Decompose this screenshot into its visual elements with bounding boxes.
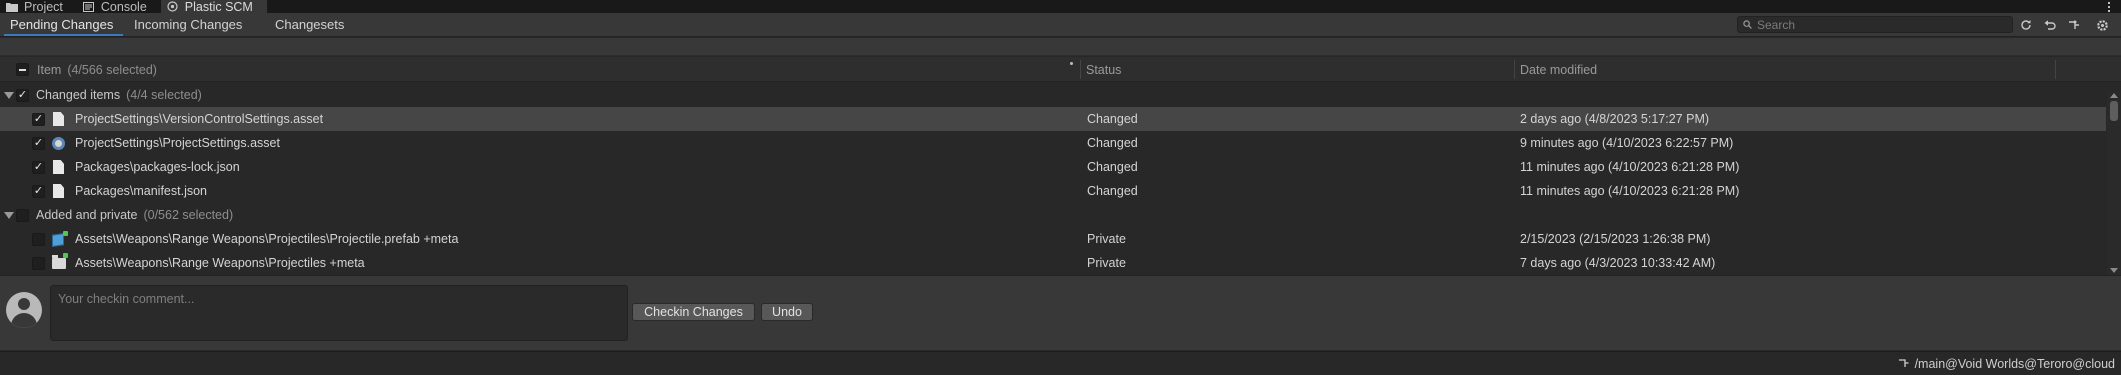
table-row[interactable]: ✓ ProjectSettings\VersionControlSettings… — [0, 107, 2106, 131]
item-status: Private — [1087, 256, 1126, 270]
window-tab-label: Console — [100, 0, 147, 14]
expand-arrow-icon[interactable] — [4, 83, 14, 107]
item-status: Changed — [1087, 112, 1138, 126]
search-input[interactable] — [1757, 17, 2007, 32]
row-checkbox[interactable]: ✓ — [32, 155, 45, 179]
window-tab-label: Plastic SCM — [184, 0, 253, 14]
search-icon — [1743, 18, 1752, 32]
item-date: 11 minutes ago (4/10/2023 6:21:28 PM) — [1520, 160, 1740, 174]
item-path: Assets\Weapons\Range Weapons\Projectiles… — [75, 232, 459, 246]
checkin-changes-button[interactable]: Checkin Changes — [632, 303, 755, 321]
file-icon — [53, 107, 64, 131]
group-label: Changed items (4/4 selected) — [36, 88, 202, 102]
item-path: Packages\manifest.json — [75, 184, 208, 198]
tab-label: Incoming Changes — [134, 17, 243, 32]
item-status: Private — [1087, 232, 1126, 246]
scrollbar-thumb[interactable] — [2110, 101, 2118, 121]
item-date: 11 minutes ago (4/10/2023 6:21:28 PM) — [1520, 184, 1740, 198]
vertical-scrollbar[interactable] — [2107, 91, 2121, 275]
console-icon — [83, 1, 95, 12]
expand-arrow-icon[interactable] — [4, 203, 14, 227]
item-status: Changed — [1087, 136, 1138, 150]
group-row-changed-items[interactable]: ✓ Changed items (4/4 selected) — [0, 83, 2106, 107]
column-item-count: (4/566 selected) — [67, 62, 157, 77]
table-row[interactable]: ✓ Packages\manifest.json Changed 11 minu… — [0, 179, 2106, 203]
table-row[interactable]: Assets\Weapons\Range Weapons\Projectiles… — [0, 251, 2106, 275]
settings-asset-icon — [52, 131, 65, 155]
column-status[interactable]: Status — [1086, 57, 1121, 82]
scroll-down-icon[interactable] — [2110, 268, 2118, 273]
tab-pending-changes[interactable]: Pending Changes — [3, 13, 124, 36]
column-divider[interactable] — [2055, 60, 2056, 79]
checkin-panel: Checkin Changes Undo — [0, 275, 2121, 350]
column-item[interactable]: Item (4/566 selected) — [37, 57, 157, 82]
undo-button[interactable]: Undo — [761, 303, 813, 321]
window-tab-strip: Project Console Plastic SCM — [0, 0, 2121, 14]
window-tab-project[interactable]: Project — [0, 0, 77, 14]
status-bar: /main@Void Worlds@Teroro@cloud — [0, 351, 2121, 375]
settings-icon[interactable] — [2093, 16, 2112, 34]
column-divider[interactable] — [1514, 60, 1515, 79]
table-header: Item (4/566 selected) Status Date modifi… — [0, 57, 2121, 82]
tab-incoming-changes[interactable]: Incoming Changes — [134, 13, 242, 36]
tab-label: Pending Changes — [10, 17, 114, 32]
window-tab-console[interactable]: Console — [77, 0, 161, 14]
item-status: Changed — [1087, 160, 1138, 174]
column-date[interactable]: Date modified — [1520, 57, 1597, 82]
row-checkbox[interactable]: ✓ — [32, 179, 45, 203]
item-path: ProjectSettings\VersionControlSettings.a… — [75, 112, 324, 126]
item-date: 9 minutes ago (4/10/2023 6:22:57 PM) — [1520, 136, 1734, 150]
group-checkbox[interactable] — [16, 203, 29, 227]
window-tab-plastic-scm[interactable]: Plastic SCM — [160, 0, 267, 14]
plastic-toolbar: Pending Changes Incoming Changes Changes… — [0, 13, 2121, 37]
row-checkbox[interactable] — [32, 227, 45, 251]
window-tab-label: Project — [24, 0, 63, 14]
folder-icon — [52, 251, 68, 275]
more-options-icon[interactable] — [2103, 0, 2115, 13]
prefab-icon — [52, 227, 68, 251]
item-status: Changed — [1087, 184, 1138, 198]
branch-label: /main@Void Worlds@Teroro@cloud — [1914, 357, 2115, 371]
column-item-label: Item — [37, 62, 62, 77]
item-path: Packages\packages-lock.json — [75, 160, 240, 174]
item-path: ProjectSettings\ProjectSettings.asset — [75, 136, 280, 150]
scroll-up-icon[interactable] — [2110, 93, 2118, 98]
row-checkbox[interactable]: ✓ — [32, 107, 45, 131]
table-row[interactable]: ✓ Packages\packages-lock.json Changed 11… — [0, 155, 2106, 179]
row-checkbox[interactable]: ✓ — [32, 131, 45, 155]
toolbar-spacer — [0, 38, 2121, 56]
plastic-scm-icon — [167, 1, 179, 12]
row-checkbox[interactable] — [32, 251, 45, 275]
group-row-added-and-private[interactable]: Added and private (0/562 selected) — [0, 203, 2106, 227]
sort-indicator-icon — [1070, 62, 1073, 65]
search-field[interactable] — [1737, 16, 2013, 33]
avatar — [6, 292, 42, 328]
pending-changes-table: Item (4/566 selected) Status Date modifi… — [0, 57, 2121, 275]
select-all-checkbox[interactable] — [16, 57, 29, 82]
tab-changesets[interactable]: Changesets — [275, 13, 344, 36]
table-row[interactable]: Assets\Weapons\Range Weapons\Projectiles… — [0, 227, 2106, 251]
column-date-label: Date modified — [1520, 62, 1598, 77]
item-date: 7 days ago (4/3/2023 10:33:42 AM) — [1520, 256, 1716, 270]
branch-indicator[interactable]: /main@Void Worlds@Teroro@cloud — [1898, 352, 2115, 375]
table-row[interactable]: ✓ ProjectSettings\ProjectSettings.asset … — [0, 131, 2106, 155]
group-checkbox[interactable]: ✓ — [16, 83, 29, 107]
undo-icon[interactable] — [2040, 16, 2059, 34]
item-path: Assets\Weapons\Range Weapons\Projectiles… — [75, 256, 365, 270]
branch-icon — [1898, 357, 1909, 371]
file-icon — [53, 179, 64, 203]
group-label: Added and private (0/562 selected) — [36, 208, 234, 222]
column-divider[interactable] — [1080, 60, 1081, 79]
file-icon — [53, 155, 64, 179]
folder-icon — [6, 2, 18, 12]
checkin-comment-input[interactable] — [50, 285, 628, 341]
branch-icon[interactable] — [2064, 16, 2083, 34]
column-status-label: Status — [1086, 62, 1122, 77]
item-date: 2/15/2023 (2/15/2023 1:26:38 PM) — [1520, 232, 1711, 246]
refresh-icon[interactable] — [2016, 16, 2035, 34]
tab-label: Changesets — [275, 17, 345, 32]
item-date: 2 days ago (4/8/2023 5:17:27 PM) — [1520, 112, 1710, 126]
